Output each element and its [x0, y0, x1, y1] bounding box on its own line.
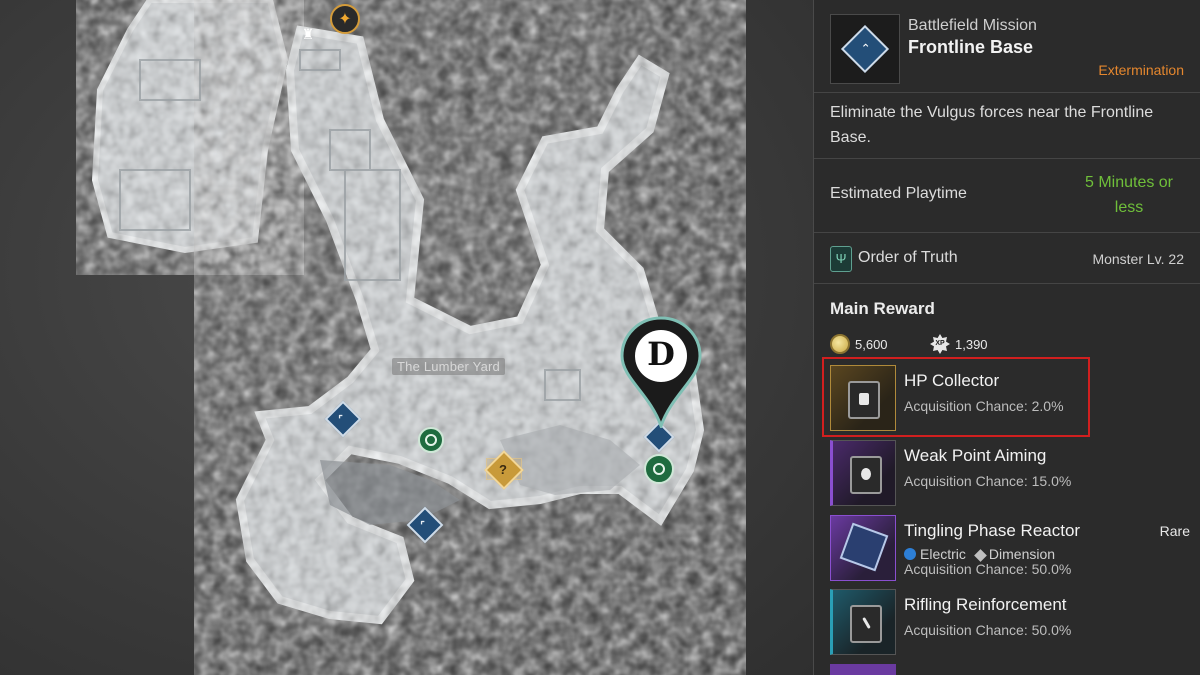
mission-map[interactable]: ✦ ♜ The Lumber Yard ⌃ ⌃ ? D — [0, 0, 813, 675]
reward-name: Tingling Phase Reactor — [904, 521, 1081, 540]
mission-detail-panel: ⌃ Battlefield Mission Frontline Base Ext… — [813, 0, 1200, 675]
reward-thumb — [830, 515, 896, 581]
reward-thumb — [830, 440, 896, 506]
lightning-icon — [904, 548, 916, 560]
divider — [814, 232, 1200, 233]
xp-reward: XP 1,390 — [930, 334, 988, 354]
faction-name: Order of Truth — [858, 249, 958, 266]
mission-header: ⌃ Battlefield Mission Frontline Base Ext… — [830, 14, 1198, 84]
pin-logo-icon: D — [647, 335, 675, 373]
mission-icon-frame: ⌃ — [830, 14, 900, 84]
xp-gear-icon: XP — [930, 334, 950, 354]
mission-marker-2[interactable]: ⌃ — [406, 506, 444, 544]
coin-icon — [830, 334, 850, 354]
trident-icon: Ψ — [830, 246, 852, 272]
playtime-label: Estimated Playtime — [830, 185, 967, 202]
reward-chance: Acquisition Chance: 50.0% — [904, 622, 1072, 638]
divider — [814, 283, 1200, 284]
reward-rarity: Rare — [1159, 523, 1190, 539]
mission-marker-selected[interactable] — [643, 421, 675, 453]
waypoint-green-2[interactable] — [644, 454, 674, 484]
gold-reward: 5,600 — [830, 334, 888, 354]
mission-type: Battlefield Mission — [908, 17, 1037, 34]
map-pin[interactable]: D — [620, 316, 702, 431]
divider — [814, 158, 1200, 159]
reward-tags: Electric Dimension — [904, 546, 1055, 562]
reward-name: Weak Point Aiming — [904, 446, 1047, 465]
reward-thumb-partial — [830, 664, 896, 675]
location-label: The Lumber Yard — [392, 358, 505, 375]
reactor-icon — [839, 522, 889, 572]
unknown-marker[interactable]: ? — [484, 450, 524, 490]
mission-description: Eliminate the Vulgus forces near the Fro… — [830, 104, 1154, 146]
mission-category: Extermination — [1098, 62, 1184, 78]
reward-item-weak-point-aiming[interactable]: Weak Point Aiming Acquisition Chance: 15… — [830, 440, 1190, 506]
divider — [814, 92, 1200, 93]
tag-dimension: Dimension — [974, 546, 1055, 562]
reward-item-tingling-phase-reactor[interactable]: Tingling Phase Reactor Rare Electric Dim… — [830, 515, 1190, 581]
question-icon: ? — [499, 462, 507, 477]
reward-item-rifling-reinforcement[interactable]: Rifling Reinforcement Acquisition Chance… — [830, 589, 1190, 655]
tower-icon: ♜ — [301, 26, 315, 42]
objective-top-icon[interactable]: ✦ — [330, 4, 360, 34]
reward-name: Rifling Reinforcement — [904, 595, 1067, 614]
bookmark-diamond-icon: ⌃ — [840, 24, 890, 74]
xp-amount: 1,390 — [955, 336, 988, 352]
playtime-value: 5 Minutes or less — [1084, 174, 1174, 216]
tag-electric: Electric — [904, 546, 966, 562]
waypoint-green-1[interactable] — [418, 427, 444, 453]
reward-chance: Acquisition Chance: 15.0% — [904, 473, 1072, 489]
reward-chance: Acquisition Chance: 50.0% — [904, 561, 1072, 577]
mission-name: Frontline Base — [908, 37, 1034, 57]
monster-level: Monster Lv. 22 — [1092, 251, 1184, 267]
mission-marker-1[interactable]: ⌃ — [324, 400, 362, 438]
reward-thumb — [830, 589, 896, 655]
main-reward-heading: Main Reward — [830, 299, 935, 318]
highlight-box — [822, 357, 1090, 437]
gold-amount: 5,600 — [855, 336, 888, 352]
diamond-icon — [974, 549, 987, 562]
